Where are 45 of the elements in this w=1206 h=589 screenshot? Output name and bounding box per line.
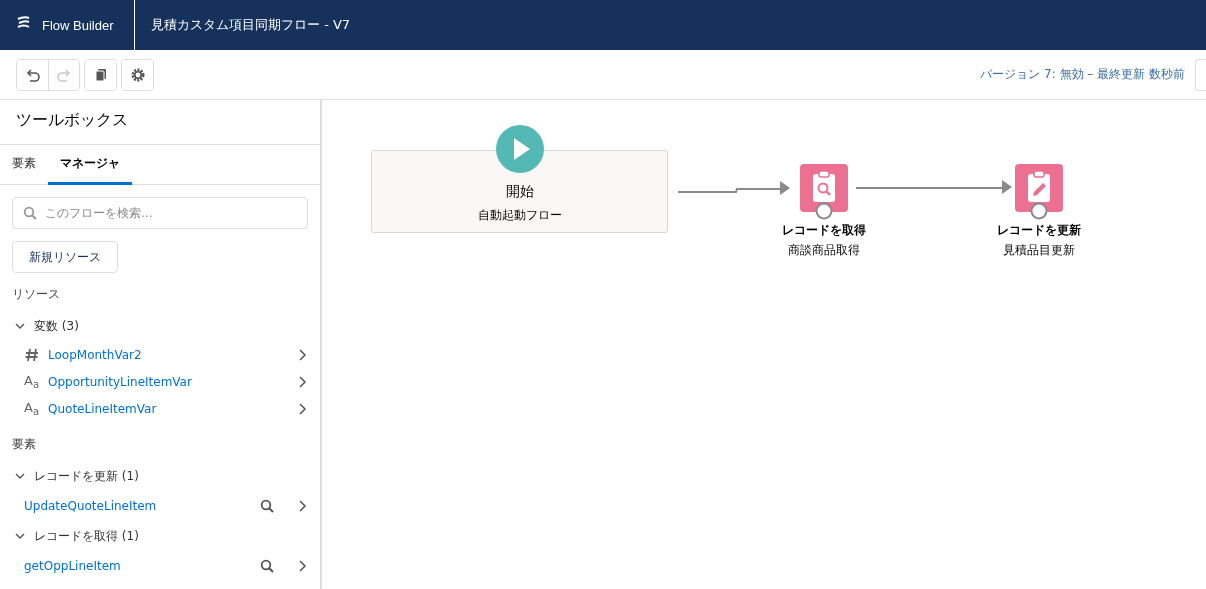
record-search-icon[interactable]	[800, 164, 848, 220]
undo-icon	[24, 66, 41, 83]
group-label: レコードを取得 (1)	[34, 527, 139, 545]
node-title: レコードを更新	[997, 222, 1081, 239]
node-title: 開始	[505, 183, 534, 201]
redo-icon	[56, 66, 72, 83]
resource-link[interactable]: QuoteLineItemVar	[48, 401, 157, 416]
panel-title: ツールボックス	[0, 100, 320, 145]
chevron-right-icon[interactable]	[296, 499, 308, 513]
new-resource-button[interactable]: 新規リソース	[12, 241, 118, 273]
text-type-icon: A$_{a}$	[24, 400, 40, 417]
search-icon	[260, 499, 274, 513]
chevron-right-icon[interactable]	[296, 401, 308, 416]
copy-button[interactable]	[85, 59, 116, 90]
search-icon	[260, 559, 274, 573]
version-status: バージョン 7: 無効 – 最終更新 数秒前	[980, 66, 1185, 83]
node-title: レコードを取得	[782, 222, 866, 239]
section-label: 要素	[12, 436, 37, 453]
flow-title: 見積カスタム項目同期フロー - V7	[150, 16, 351, 34]
chevron-right-icon[interactable]	[296, 559, 308, 573]
resource-link[interactable]: OpportunityLineItemVar	[48, 374, 192, 389]
node-subtitle: 自動起動フロー	[477, 207, 562, 224]
app-name: Flow Builder	[42, 17, 114, 33]
number-type-icon	[24, 346, 40, 363]
search-icon	[23, 206, 37, 220]
settings-button[interactable]	[122, 59, 153, 90]
search-field[interactable]: このフローを検索...	[12, 197, 308, 229]
play-icon	[496, 125, 544, 173]
text-type-icon: A$_{a}$	[24, 373, 40, 390]
node-subtitle: 商談商品取得	[788, 242, 860, 259]
resource-link[interactable]: LoopMonthVar2	[48, 347, 142, 362]
group-label: レコードを更新 (1)	[34, 467, 139, 485]
group-label: 変数 (3)	[34, 317, 79, 335]
resource-link[interactable]: UpdateQuoteLineItem	[24, 499, 157, 513]
flow-logo-icon	[16, 15, 32, 31]
tab[interactable]: 要素	[0, 145, 48, 185]
section-label: リソース	[12, 286, 61, 303]
record-edit-icon[interactable]	[1015, 164, 1063, 220]
chevron-right-icon[interactable]	[296, 374, 308, 389]
node-subtitle: 見積品目更新	[1003, 242, 1075, 259]
settings-icon	[129, 66, 146, 83]
chevron-right-icon[interactable]	[296, 347, 308, 362]
tab[interactable]: マネージャ	[48, 145, 132, 185]
start-node[interactable]: 開始 自動起動フロー	[371, 150, 668, 233]
resource-link[interactable]: getOppLineItem	[24, 559, 121, 573]
